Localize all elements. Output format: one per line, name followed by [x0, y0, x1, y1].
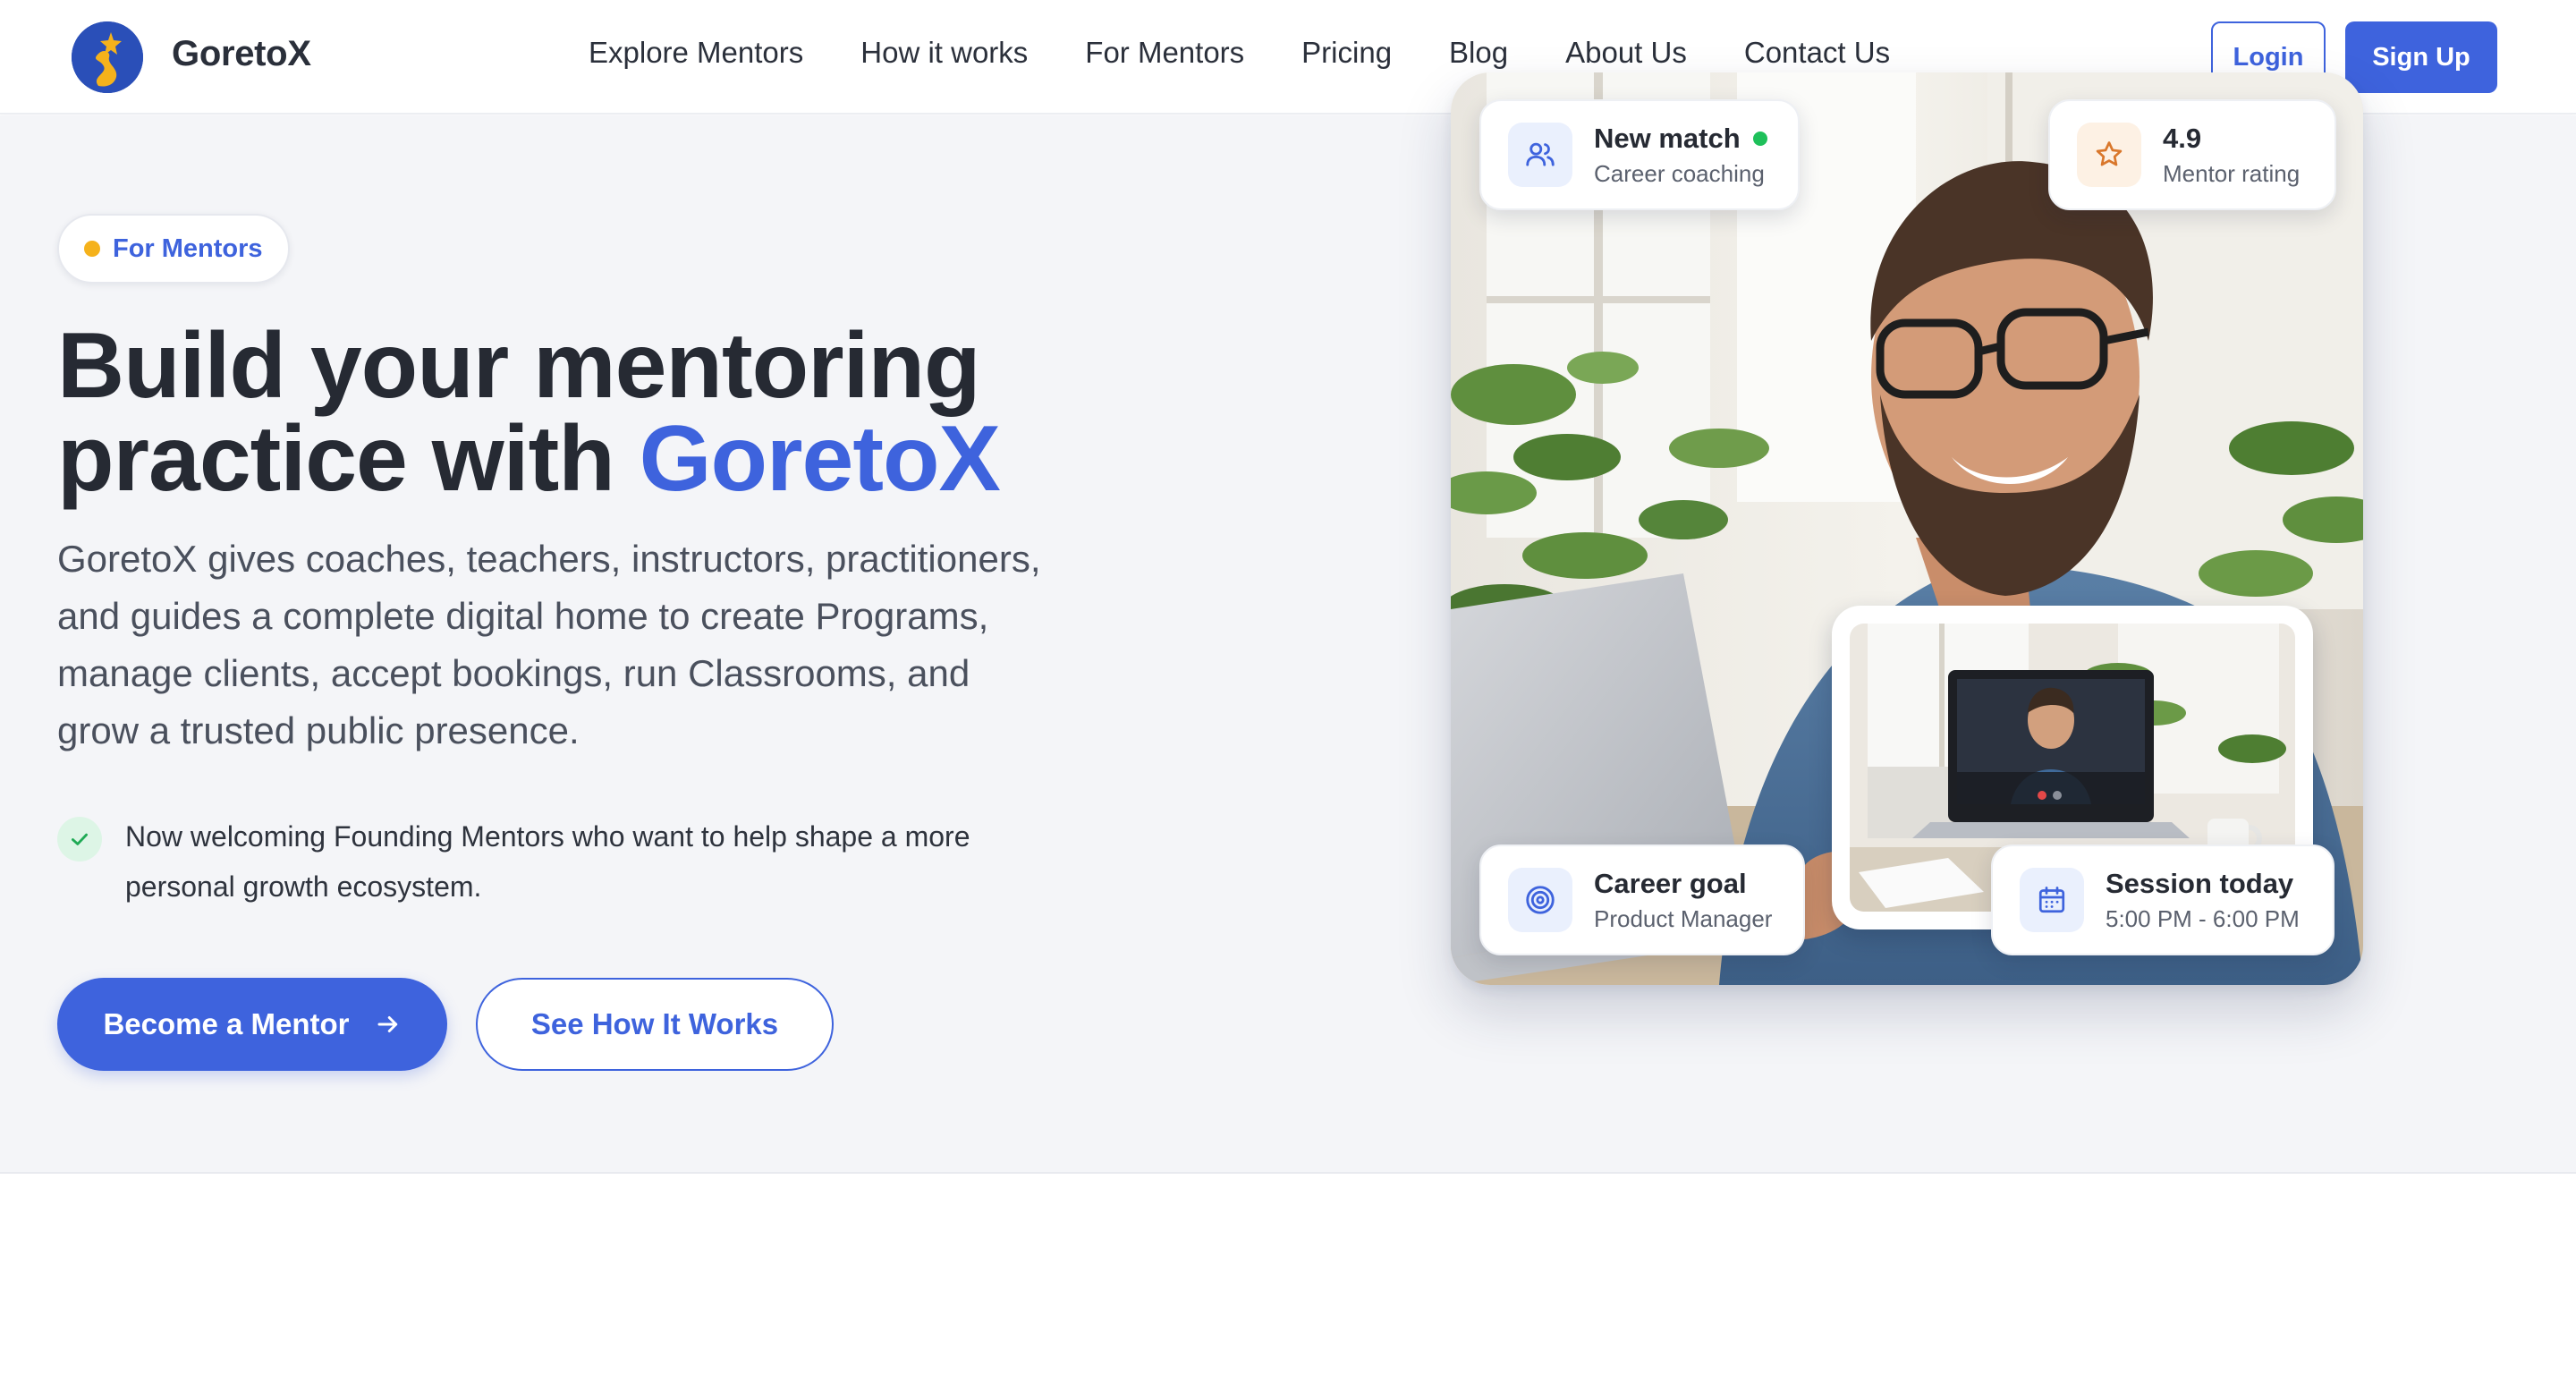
become-mentor-button[interactable]: Become a Mentor [57, 978, 447, 1071]
users-icon [1508, 123, 1572, 187]
goretox-logo-icon[interactable] [72, 21, 143, 93]
new-match-card: New match Career coaching [1479, 99, 1800, 210]
badge-label: For Mentors [113, 233, 263, 263]
rating-value: 4.9 [2163, 122, 2202, 154]
signup-button[interactable]: Sign Up [2345, 21, 2497, 93]
career-goal-title: Career goal [1594, 867, 1747, 899]
rating-label: Mentor rating [2163, 159, 2301, 187]
hero-headline: Build your mentoring practice with Goret… [57, 319, 1131, 505]
nav-pricing[interactable]: Pricing [1301, 36, 1392, 70]
check-icon [57, 817, 102, 862]
brand-name[interactable]: GoretoX [172, 34, 311, 74]
session-title: Session today [2106, 867, 2294, 899]
nav-how-it-works[interactable]: How it works [860, 36, 1028, 70]
session-today-card: Session today 5:00 PM - 6:00 PM [1991, 845, 2334, 955]
founding-mentors-notice: Now welcoming Founding Mentors who want … [57, 811, 1059, 912]
for-mentors-badge: For Mentors [57, 214, 290, 284]
target-icon [1508, 868, 1572, 932]
new-match-subtitle: Career coaching [1594, 159, 1765, 187]
nav-about-us[interactable]: About Us [1565, 36, 1687, 70]
nav-explore-mentors[interactable]: Explore Mentors [589, 36, 803, 70]
star-icon [2077, 123, 2141, 187]
online-status-icon [1752, 131, 1767, 146]
notice-text: Now welcoming Founding Mentors who want … [125, 820, 970, 903]
career-goal-card: Career goal Product Manager [1479, 845, 1805, 955]
new-match-title: New match [1594, 122, 1741, 154]
headline-accent: GoretoX [639, 407, 1001, 511]
session-time: 5:00 PM - 6:00 PM [2106, 904, 2300, 932]
badge-dot-icon [84, 241, 100, 257]
headline-line-1: Build your mentoring [57, 314, 981, 418]
nav-blog[interactable]: Blog [1449, 36, 1508, 70]
become-mentor-label: Become a Mentor [103, 1007, 350, 1040]
see-how-it-works-button[interactable]: See How It Works [476, 978, 834, 1071]
nav-for-mentors[interactable]: For Mentors [1085, 36, 1244, 70]
nav-contact-us[interactable]: Contact Us [1744, 36, 1890, 70]
arrow-right-icon [377, 1016, 397, 1032]
career-goal-subtitle: Product Manager [1594, 904, 1773, 932]
main-nav: Explore Mentors How it works For Mentors… [589, 36, 1890, 70]
mentor-rating-card: 4.9 Mentor rating [2048, 99, 2336, 210]
calendar-icon [2020, 868, 2084, 932]
hero-description: GoretoX gives coaches, teachers, instruc… [57, 538, 1041, 751]
headline-line-2: practice with [57, 407, 640, 511]
